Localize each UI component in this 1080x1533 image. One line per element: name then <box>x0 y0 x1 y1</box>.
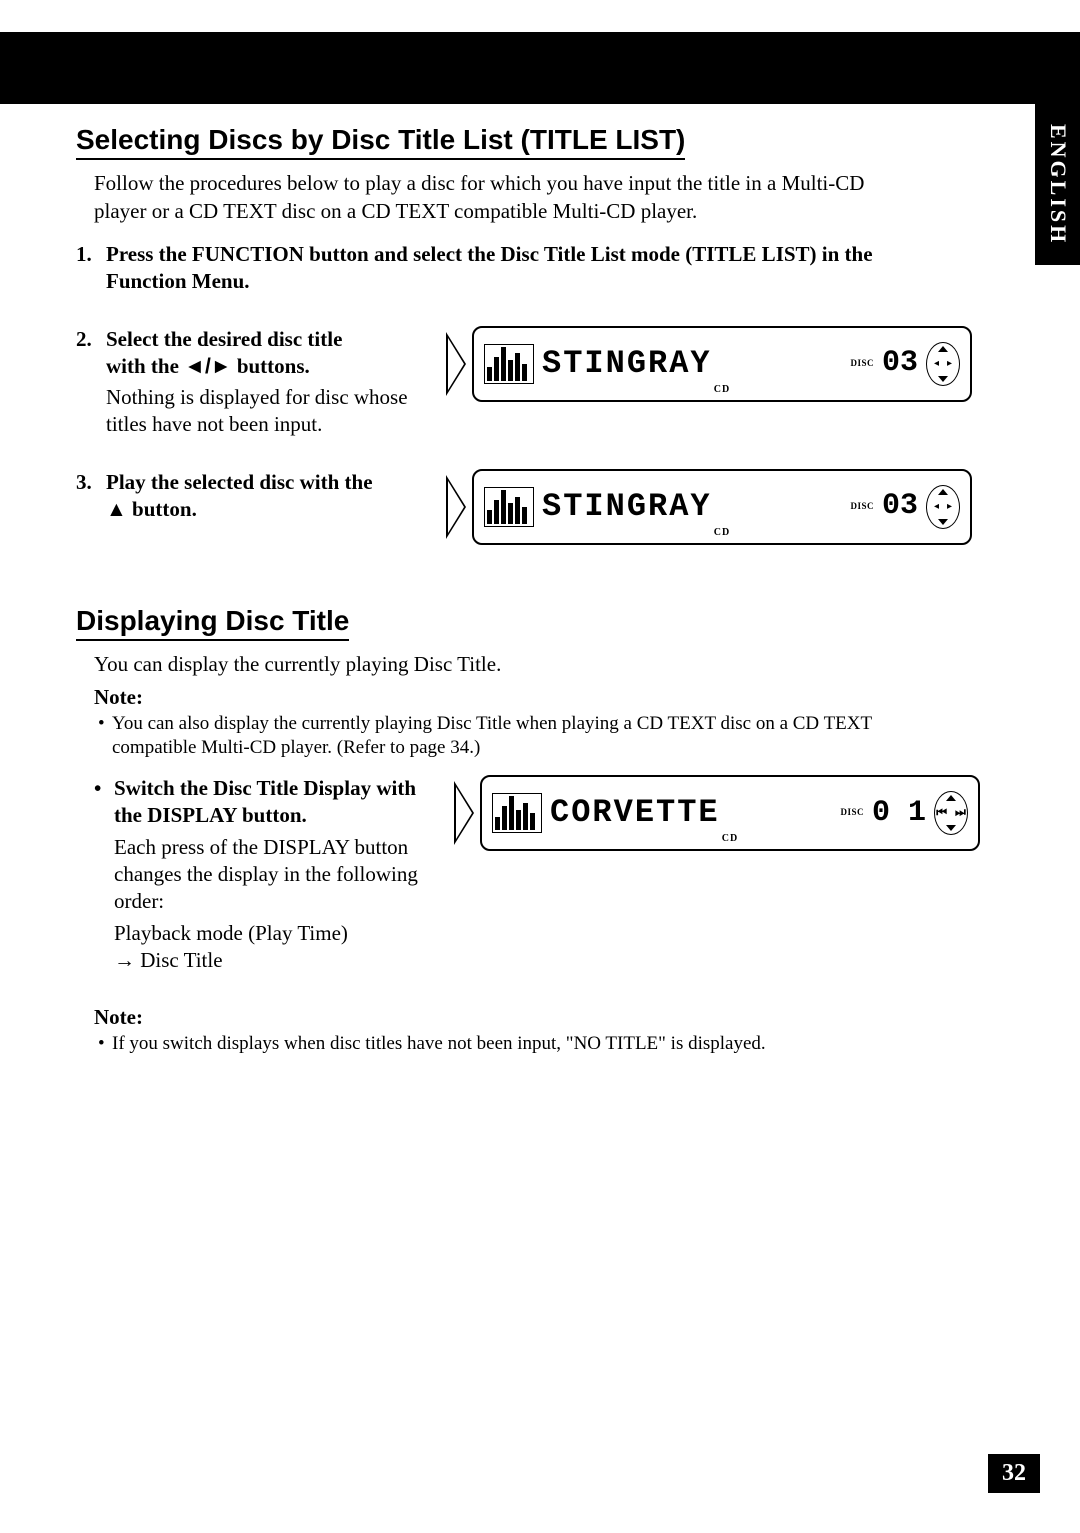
pointer-icon <box>454 781 474 845</box>
right-arrow-icon: → <box>114 947 135 974</box>
bullet-step-title: Switch the Disc Title Display with the D… <box>114 775 442 830</box>
note-2-label: Note: <box>94 1004 1004 1031</box>
bullet-dot-icon: • <box>98 1032 112 1057</box>
equalizer-icon <box>484 344 534 384</box>
up-arrow-icon: ▲ <box>106 498 127 521</box>
step-2-title: Select the desired disc title with the ◄… <box>106 326 434 381</box>
lcd-screen: STINGRAY DISC 03 ◂▸ CD <box>472 469 972 545</box>
step-3-number: 3. <box>76 469 106 496</box>
step-3: 3. Play the selected disc with the ▲ but… <box>76 469 1004 545</box>
bullet-step: • Switch the Disc Title Display with the… <box>76 775 1004 974</box>
note-2: • If you switch displays when disc title… <box>98 1032 1004 1057</box>
note-1-label: Note: <box>94 684 1004 711</box>
step-2: 2. Select the desired disc title with th… <box>76 326 1004 439</box>
lcd-disc-number: 03 <box>882 487 918 526</box>
lcd-disc-number: 0 1 <box>872 794 926 833</box>
step-3-title: Play the selected disc with the ▲ button… <box>106 469 434 524</box>
top-black-bar <box>0 32 1080 104</box>
step-3-title-b: button. <box>127 497 197 521</box>
lcd-disc-number: 03 <box>882 344 918 383</box>
lcd-display-3: STINGRAY DISC 03 ◂▸ CD <box>446 469 972 545</box>
lcd-disc-label: DISC <box>850 358 874 370</box>
note-2-text: If you switch displays when disc titles … <box>112 1032 766 1057</box>
section-title-title-list: Selecting Discs by Disc Title List (TITL… <box>76 122 685 160</box>
nav-knob-icon: ⏮⏭ <box>934 791 968 835</box>
step-3-title-a: Play the selected disc with the <box>106 470 373 494</box>
nav-knob-icon: ◂▸ <box>926 342 960 386</box>
bullet-step-desc1: Each press of the DISPLAY button changes… <box>114 834 442 916</box>
nav-knob-icon: ◂▸ <box>926 485 960 529</box>
step-2-title-c: buttons. <box>232 354 310 378</box>
lcd-screen: CORVETTE DISC 0 1 ⏮⏭ CD <box>480 775 980 851</box>
section2-intro: You can display the currently playing Di… <box>94 651 1004 678</box>
equalizer-icon <box>484 487 534 527</box>
language-tab: ENGLISH <box>1035 104 1080 265</box>
step-2-number: 2. <box>76 326 106 353</box>
step-1-text: Press the FUNCTION button and select the… <box>106 242 873 293</box>
equalizer-icon <box>492 793 542 833</box>
step-2-title-a: Select the desired disc title <box>106 327 342 351</box>
lcd-sub-label: CD <box>714 383 730 396</box>
lcd-display-corvette: CORVETTE DISC 0 1 ⏮⏭ CD <box>454 775 980 851</box>
lcd-display-2: STINGRAY DISC 03 ◂▸ CD <box>446 326 972 402</box>
page-number: 32 <box>988 1454 1040 1493</box>
bullet-dot-icon: • <box>94 775 114 802</box>
lcd-main-text: STINGRAY <box>542 486 842 528</box>
lcd-sub-label: CD <box>714 526 730 539</box>
desc2-a: Playback mode (Play Time) <box>114 921 348 945</box>
step-2-desc: Nothing is displayed for disc whose titl… <box>106 384 434 439</box>
note-1-text: You can also display the currently playi… <box>112 712 944 761</box>
pointer-icon <box>446 475 466 539</box>
lcd-disc-label: DISC <box>850 501 874 513</box>
lcd-screen: STINGRAY DISC 03 ◂▸ CD <box>472 326 972 402</box>
desc2-b: Disc Title <box>135 948 223 972</box>
lcd-sub-label: CD <box>722 832 738 845</box>
bullet-step-desc2: Playback mode (Play Time) → Disc Title <box>114 920 442 975</box>
pointer-icon <box>446 332 466 396</box>
section-title-displaying: Displaying Disc Title <box>76 603 349 641</box>
note-1: • You can also display the currently pla… <box>98 712 1004 761</box>
step-1: 1. Press the FUNCTION button and select … <box>76 241 1004 296</box>
lcd-main-text: STINGRAY <box>542 343 842 385</box>
section1-intro: Follow the procedures below to play a di… <box>94 170 1004 225</box>
lcd-disc-label: DISC <box>840 807 864 819</box>
step-1-number: 1. <box>76 241 106 268</box>
left-right-arrows-icon: ◄/► <box>184 355 231 378</box>
lcd-main-text: CORVETTE <box>550 792 832 834</box>
step-2-title-b: with the <box>106 354 184 378</box>
bullet-dot-icon: • <box>98 712 112 761</box>
